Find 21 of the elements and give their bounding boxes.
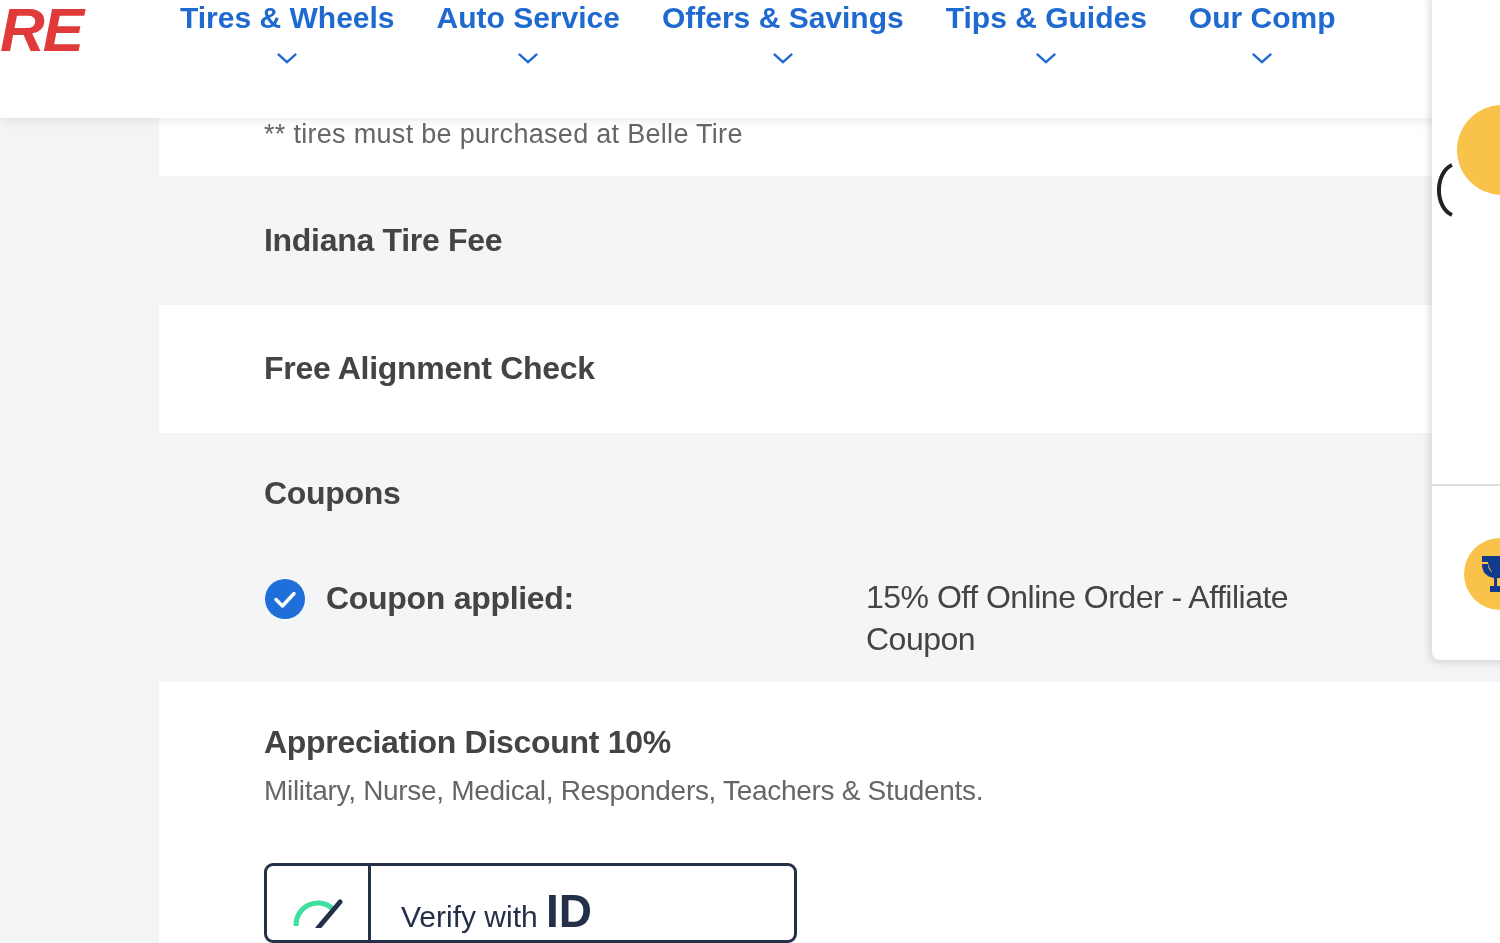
row-title: Appreciation Discount 10% [264,724,672,761]
logo[interactable]: RE [0,0,100,65]
nav-link[interactable]: Tires & Wheels [180,0,395,65]
row-title: Coupons [264,475,402,513]
chevron-down-icon [1251,52,1274,65]
coupon-value: 15% Off Online Order - Affiliate Coupon [866,578,1290,660]
chevron-down-icon [1035,52,1058,65]
note-text: ** tires must be purchased at Belle Tire [264,118,744,150]
trophy-icon [1464,538,1500,610]
chevron-down-icon [517,52,540,65]
verify-id-button[interactable]: Verify with ID [264,863,797,943]
nav-link[interactable]: Tips & Guides [945,0,1147,65]
chevron-down-icon [276,52,299,65]
nav-link[interactable]: Our Comp [1188,0,1336,65]
nav-link[interactable]: Auto Service [436,0,620,65]
row-title: Free Alignment Check [264,350,596,388]
row-title: Indiana Tire Fee [264,221,504,259]
nav-link[interactable]: Offers & Savings [661,0,904,65]
discount-description: Military, Nurse, Medical, Responders, Teachers & Students. [264,775,985,807]
coupon-label: Coupon applied: [326,580,575,618]
chevron-down-icon [771,52,794,65]
